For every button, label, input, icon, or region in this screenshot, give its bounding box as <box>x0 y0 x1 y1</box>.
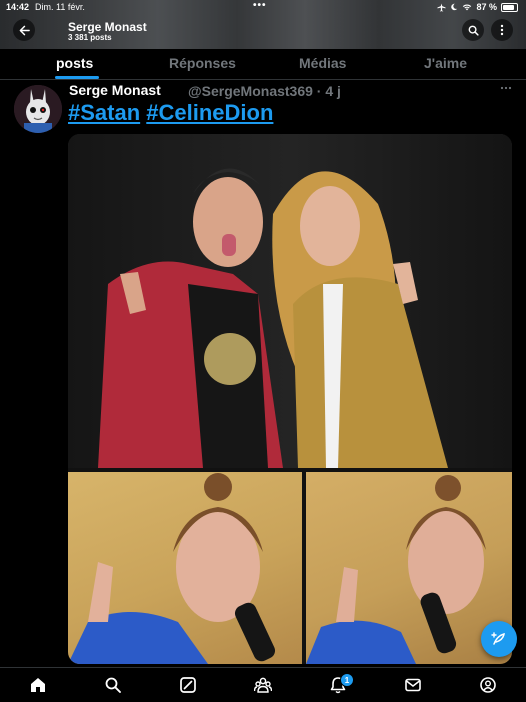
status-right: 87 % <box>437 2 518 12</box>
profile-name: Serge Monast <box>68 20 147 34</box>
search-button[interactable] <box>462 19 484 41</box>
tab-posts[interactable]: posts <box>56 55 93 71</box>
status-time: 14:42 <box>6 2 30 12</box>
battery-percent: 87 % <box>476 2 497 12</box>
active-tab-indicator <box>55 76 99 79</box>
photo-singer-image <box>68 473 276 664</box>
more-vertical-icon <box>500 24 504 36</box>
premium-icon[interactable] <box>478 675 498 695</box>
feather-plus-icon <box>491 632 505 645</box>
post-author-name[interactable]: Serge Monast <box>69 82 161 98</box>
home-icon[interactable] <box>28 675 48 695</box>
bottom-navigation <box>0 667 526 702</box>
hashtag-link[interactable]: #CelineDion <box>146 100 273 125</box>
search-icon <box>468 25 479 36</box>
battery-icon <box>501 2 518 12</box>
profile-tabs: posts Réponses Médias J'aime <box>0 49 526 80</box>
grok-icon[interactable] <box>178 675 198 695</box>
notification-badge: 1 <box>340 673 354 687</box>
media-photo[interactable] <box>68 472 302 664</box>
tab-media[interactable]: Médias <box>299 55 346 71</box>
hashtag-link[interactable]: #Satan <box>68 100 140 125</box>
rabbit-mask-icon <box>14 85 62 133</box>
more-horizontal-icon <box>500 86 512 90</box>
tab-likes[interactable]: J'aime <box>424 55 467 71</box>
posts-count: 3 381 posts <box>68 33 112 42</box>
post-text: #Satan #CelineDion <box>68 100 273 126</box>
media-photo[interactable] <box>68 134 512 468</box>
communities-icon[interactable] <box>253 675 273 695</box>
post-handle: @SergeMonast369 · 4 j <box>188 83 341 99</box>
back-button[interactable] <box>13 19 35 41</box>
search-icon[interactable] <box>103 675 123 695</box>
multitask-dots-icon[interactable]: ••• <box>253 0 267 11</box>
compose-post-button[interactable] <box>481 621 517 657</box>
messages-icon[interactable] <box>403 675 423 695</box>
status-date: Dim. 11 févr. <box>35 2 85 12</box>
airplane-icon <box>437 2 447 12</box>
status-bar: 14:42 Dim. 11 févr. ••• 87 % <box>0 0 526 14</box>
more-options-button[interactable] <box>491 19 513 41</box>
tab-replies[interactable]: Réponses <box>169 55 236 71</box>
photo-two-people-image <box>68 134 512 468</box>
post-menu-button[interactable] <box>500 79 512 93</box>
moon-icon <box>451 3 458 11</box>
arrow-left-icon <box>19 25 30 35</box>
avatar[interactable] <box>14 85 62 133</box>
wifi-icon <box>463 4 472 11</box>
post-media-grid <box>68 134 512 664</box>
